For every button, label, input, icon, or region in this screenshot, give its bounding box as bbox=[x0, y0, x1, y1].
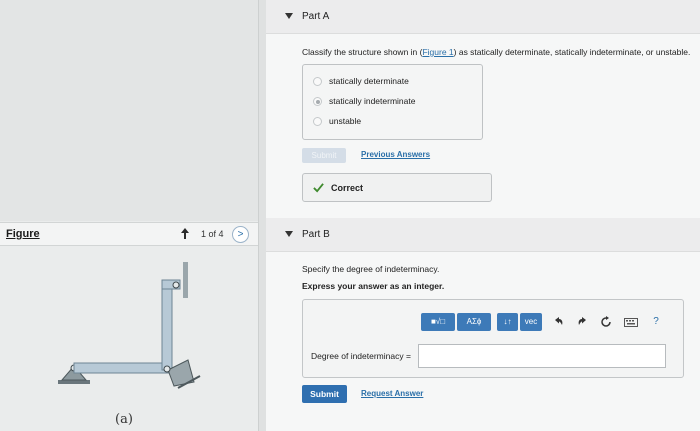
figure-title[interactable]: Figure bbox=[6, 228, 40, 240]
part-b-label: Part B bbox=[302, 229, 330, 240]
ground-base bbox=[58, 380, 90, 384]
previous-answers-link[interactable]: Previous Answers bbox=[361, 150, 430, 159]
next-figure-button[interactable]: > bbox=[232, 226, 249, 243]
greek-symbols-button[interactable]: AΣϕ bbox=[457, 313, 491, 331]
collapse-caret-icon bbox=[285, 13, 293, 19]
structure-figure bbox=[58, 262, 201, 389]
radio-button-selected[interactable] bbox=[313, 97, 322, 106]
figure-panel: Figure 1 of 4 > (a) bbox=[0, 0, 258, 431]
degree-input[interactable] bbox=[418, 344, 666, 368]
correct-text: Correct bbox=[331, 183, 364, 193]
vector-button[interactable]: vec bbox=[520, 313, 542, 331]
subscript-superscript-button[interactable]: ↓↑ bbox=[497, 313, 518, 331]
reset-icon[interactable] bbox=[600, 316, 612, 328]
figure-count: 1 of 4 bbox=[201, 229, 224, 239]
part-b-submit-button[interactable]: Submit bbox=[302, 385, 347, 403]
part-b-header[interactable]: Part B bbox=[266, 218, 700, 252]
column bbox=[161, 281, 173, 371]
answer-box: ■√□ AΣϕ ↓↑ vec ? Degree of indeterminacy… bbox=[302, 299, 684, 378]
part-a-label: Part A bbox=[302, 11, 330, 22]
top-wall bbox=[183, 262, 188, 298]
figure-header: Figure 1 of 4 > bbox=[0, 222, 258, 246]
figure-caption: (a) bbox=[115, 412, 133, 427]
radio-button[interactable] bbox=[313, 117, 322, 126]
panel-divider[interactable] bbox=[258, 0, 266, 431]
help-icon[interactable]: ? bbox=[650, 316, 662, 328]
part-a-header[interactable]: Part A bbox=[266, 0, 700, 34]
undo-icon[interactable] bbox=[552, 316, 564, 328]
part-a-question: Classify the structure shown in (Figure … bbox=[302, 47, 691, 57]
answer-choices: statically determinate statically indete… bbox=[302, 64, 483, 140]
collapse-caret-icon bbox=[285, 231, 293, 237]
part-b-question: Specify the degree of indeterminacy. bbox=[302, 264, 440, 274]
redo-icon[interactable] bbox=[577, 316, 589, 328]
keyboard-icon[interactable] bbox=[624, 316, 638, 328]
figure-panel-top bbox=[0, 0, 258, 221]
radio-button[interactable] bbox=[313, 77, 322, 86]
part-b-instruction: Express your answer as an integer. bbox=[302, 281, 445, 291]
template-button[interactable]: ■√□ bbox=[421, 313, 455, 331]
checkmark-icon bbox=[313, 183, 324, 193]
beam bbox=[73, 362, 171, 374]
degree-label: Degree of indeterminacy = bbox=[311, 351, 411, 361]
request-answer-link[interactable]: Request Answer bbox=[361, 389, 423, 398]
pin-icon[interactable] bbox=[180, 228, 190, 240]
part-a-submit-button[interactable]: Submit bbox=[302, 148, 346, 163]
problem-panel: Part A Classify the structure shown in (… bbox=[266, 0, 700, 431]
figure-link[interactable]: Figure 1 bbox=[422, 47, 453, 57]
correct-feedback: Correct bbox=[302, 173, 492, 202]
